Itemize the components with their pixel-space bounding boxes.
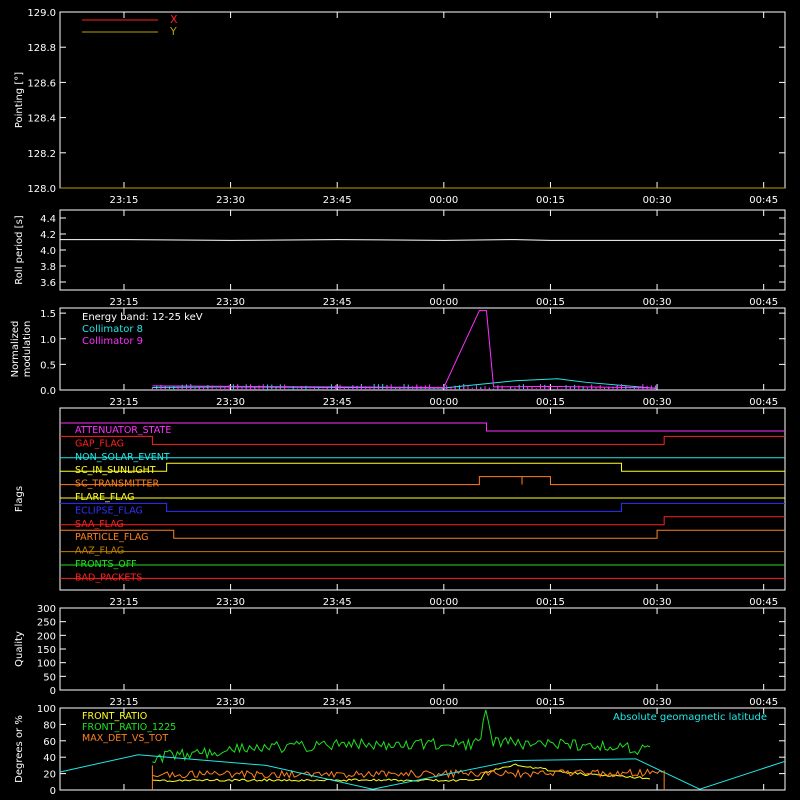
y-axis-label: Normalizedmodulation: [10, 321, 33, 378]
x-tick-label: 00:30: [643, 195, 672, 206]
y-tick-label: 150: [37, 645, 56, 656]
x-tick-label: 00:00: [429, 697, 458, 708]
y-tick-label: 80: [43, 720, 56, 731]
y-axis-label: Degrees or %: [14, 715, 25, 783]
y-tick-label: 0.0: [40, 386, 56, 397]
x-tick-label: 23:45: [323, 397, 352, 408]
x-tick-label: 23:45: [323, 297, 352, 308]
x-tick-label: 00:15: [536, 195, 565, 206]
y-tick-label: 128.2: [27, 149, 56, 160]
x-tick-label: 00:45: [749, 195, 778, 206]
x-tick-label: 00:15: [536, 397, 565, 408]
x-tick-label: 00:30: [643, 597, 672, 608]
y-tick-label: 0: [50, 686, 56, 697]
y-axis-label: Roll period [s]: [14, 215, 25, 284]
x-tick-label: 23:15: [110, 195, 139, 206]
y-tick-label: 50: [43, 672, 56, 683]
legend-label-collimator-9: Collimator 9: [82, 336, 143, 347]
x-tick-label: 23:15: [110, 397, 139, 408]
x-tick-label: 00:45: [749, 297, 778, 308]
y-tick-label: 128.0: [27, 184, 56, 195]
x-tick-label: 00:15: [536, 697, 565, 708]
y-tick-label: 200: [37, 631, 56, 642]
legend-label-y: Y: [169, 25, 177, 38]
y-tick-label: 3.8: [40, 262, 56, 273]
x-tick-label: 23:15: [110, 297, 139, 308]
energy-band-label: Energy band: 12-25 keV: [82, 312, 203, 323]
legend-label-collimator-8: Collimator 8: [82, 324, 143, 335]
flag-label-gap-flag: GAP_FLAG: [75, 438, 124, 449]
y-tick-label: 250: [37, 618, 56, 629]
x-tick-label: 00:15: [536, 297, 565, 308]
y-tick-label: 40: [43, 753, 56, 764]
y-tick-label: 128.6: [27, 78, 56, 89]
flag-label-attenuator-state: ATTENUATOR_STATE: [75, 425, 171, 436]
x-tick-label: 00:00: [429, 195, 458, 206]
legend-label-front-ratio-1225: FRONT_RATIO_1225: [82, 722, 176, 733]
y-tick-label: 1.5: [40, 309, 56, 320]
x-tick-label: 23:15: [110, 697, 139, 708]
y-tick-label: 60: [43, 737, 56, 748]
x-tick-label: 00:15: [536, 597, 565, 608]
y-tick-label: 100: [37, 659, 56, 670]
y-tick-label: 128.4: [27, 114, 56, 125]
y-tick-label: 0.5: [40, 360, 56, 371]
geomagnetic-latitude-label: Absolute geomagnetic latitude: [613, 712, 767, 723]
x-tick-label: 23:45: [323, 195, 352, 206]
x-tick-label: 23:30: [216, 397, 245, 408]
x-tick-label: 00:30: [643, 397, 672, 408]
flag-label-particle-flag: PARTICLE_FLAG: [75, 532, 148, 543]
y-tick-label: 3.6: [40, 278, 56, 289]
x-tick-label: 00:30: [643, 297, 672, 308]
y-tick-label: 4.0: [40, 246, 56, 257]
x-tick-label: 23:30: [216, 597, 245, 608]
y-axis-label: Flags: [14, 486, 25, 512]
x-tick-label: 00:45: [749, 597, 778, 608]
y-tick-label: 0: [50, 786, 56, 797]
x-tick-label: 00:00: [429, 297, 458, 308]
x-tick-label: 23:30: [216, 195, 245, 206]
x-tick-label: 23:45: [323, 597, 352, 608]
x-tick-label: 00:30: [643, 697, 672, 708]
y-axis-label: Pointing [°]: [14, 72, 25, 128]
x-tick-label: 00:00: [429, 597, 458, 608]
y-tick-label: 129.0: [27, 8, 56, 19]
x-tick-label: 23:45: [323, 697, 352, 708]
flag-label-eclipse-flag: ECLIPSE_FLAG: [75, 505, 143, 516]
hessi-observing-summary-figure: 23:15 23:30 23:45 00:00 00:15 00:30 00:45 Point…: [0, 0, 800, 800]
x-tick-label: 23:30: [216, 297, 245, 308]
y-tick-label: 100: [37, 704, 56, 715]
legend-label-front-ratio: FRONT_RATIO: [82, 711, 147, 722]
y-tick-label: 128.8: [27, 43, 56, 54]
x-tick-label: 23:30: [216, 697, 245, 708]
x-tick-label: 00:00: [429, 397, 458, 408]
y-tick-label: 1.0: [40, 335, 56, 346]
legend-label-max-det-vs-tot: MAX_DET_VS_TOT: [82, 733, 168, 744]
y-tick-label: 4.4: [40, 214, 56, 225]
y-tick-label: 4.2: [40, 230, 56, 241]
x-tick-label: 00:45: [749, 697, 778, 708]
y-axis-label: Quality: [14, 631, 25, 667]
y-tick-label: 300: [37, 604, 56, 615]
y-tick-label: 20: [43, 770, 56, 781]
x-tick-label: 00:45: [749, 397, 778, 408]
x-tick-label: 23:15: [110, 597, 139, 608]
